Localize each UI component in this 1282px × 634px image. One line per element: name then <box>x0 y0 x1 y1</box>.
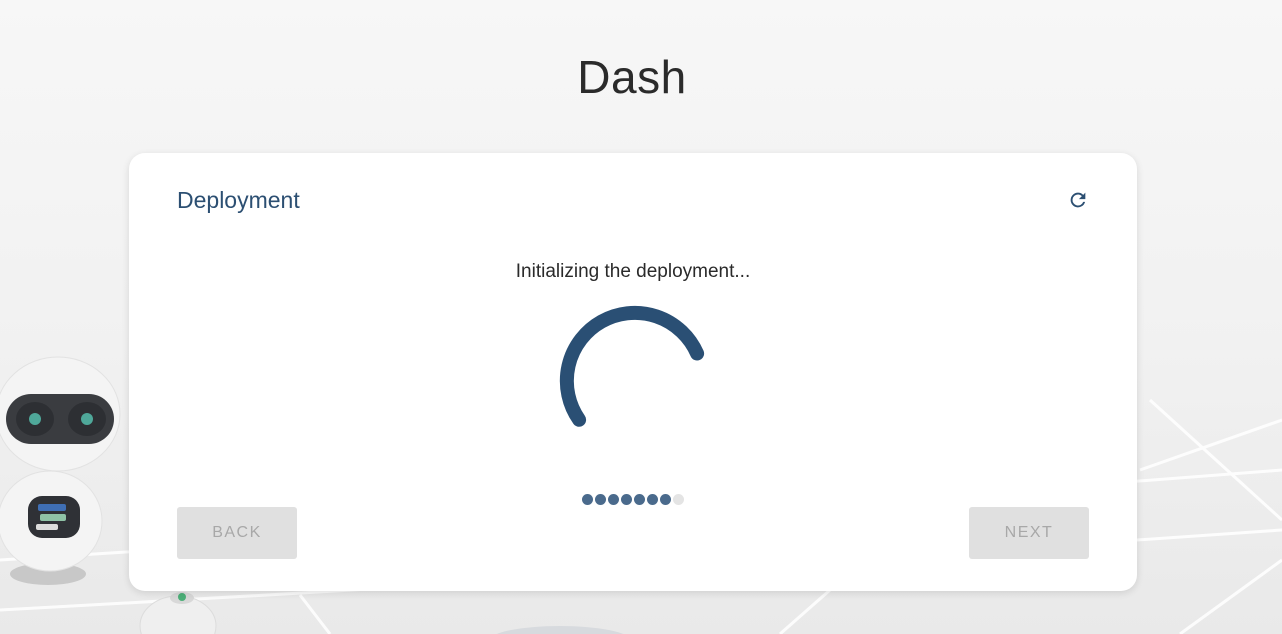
step-dot <box>660 494 671 505</box>
progress-stepper <box>582 494 684 506</box>
step-dot <box>647 494 658 505</box>
deployment-status-text: Initializing the deployment... <box>515 261 751 282</box>
refresh-icon <box>1070 192 1086 208</box>
deployment-card: Deployment Initializing the deployment..… <box>129 153 1137 591</box>
step-dot <box>673 494 684 505</box>
back-button[interactable]: BACK <box>177 507 297 559</box>
step-dot <box>595 494 606 505</box>
next-button[interactable]: NEXT <box>969 507 1089 559</box>
robot-mascot-image <box>0 356 121 585</box>
loading-spinner-icon <box>559 305 705 427</box>
robot-top-image <box>139 592 217 634</box>
refresh-button[interactable] <box>1065 187 1091 213</box>
step-dot <box>608 494 619 505</box>
app-title: Dash <box>577 51 687 103</box>
step-dot <box>582 494 593 505</box>
card-title: Deployment <box>177 187 300 213</box>
step-dot <box>621 494 632 505</box>
step-dot <box>634 494 645 505</box>
